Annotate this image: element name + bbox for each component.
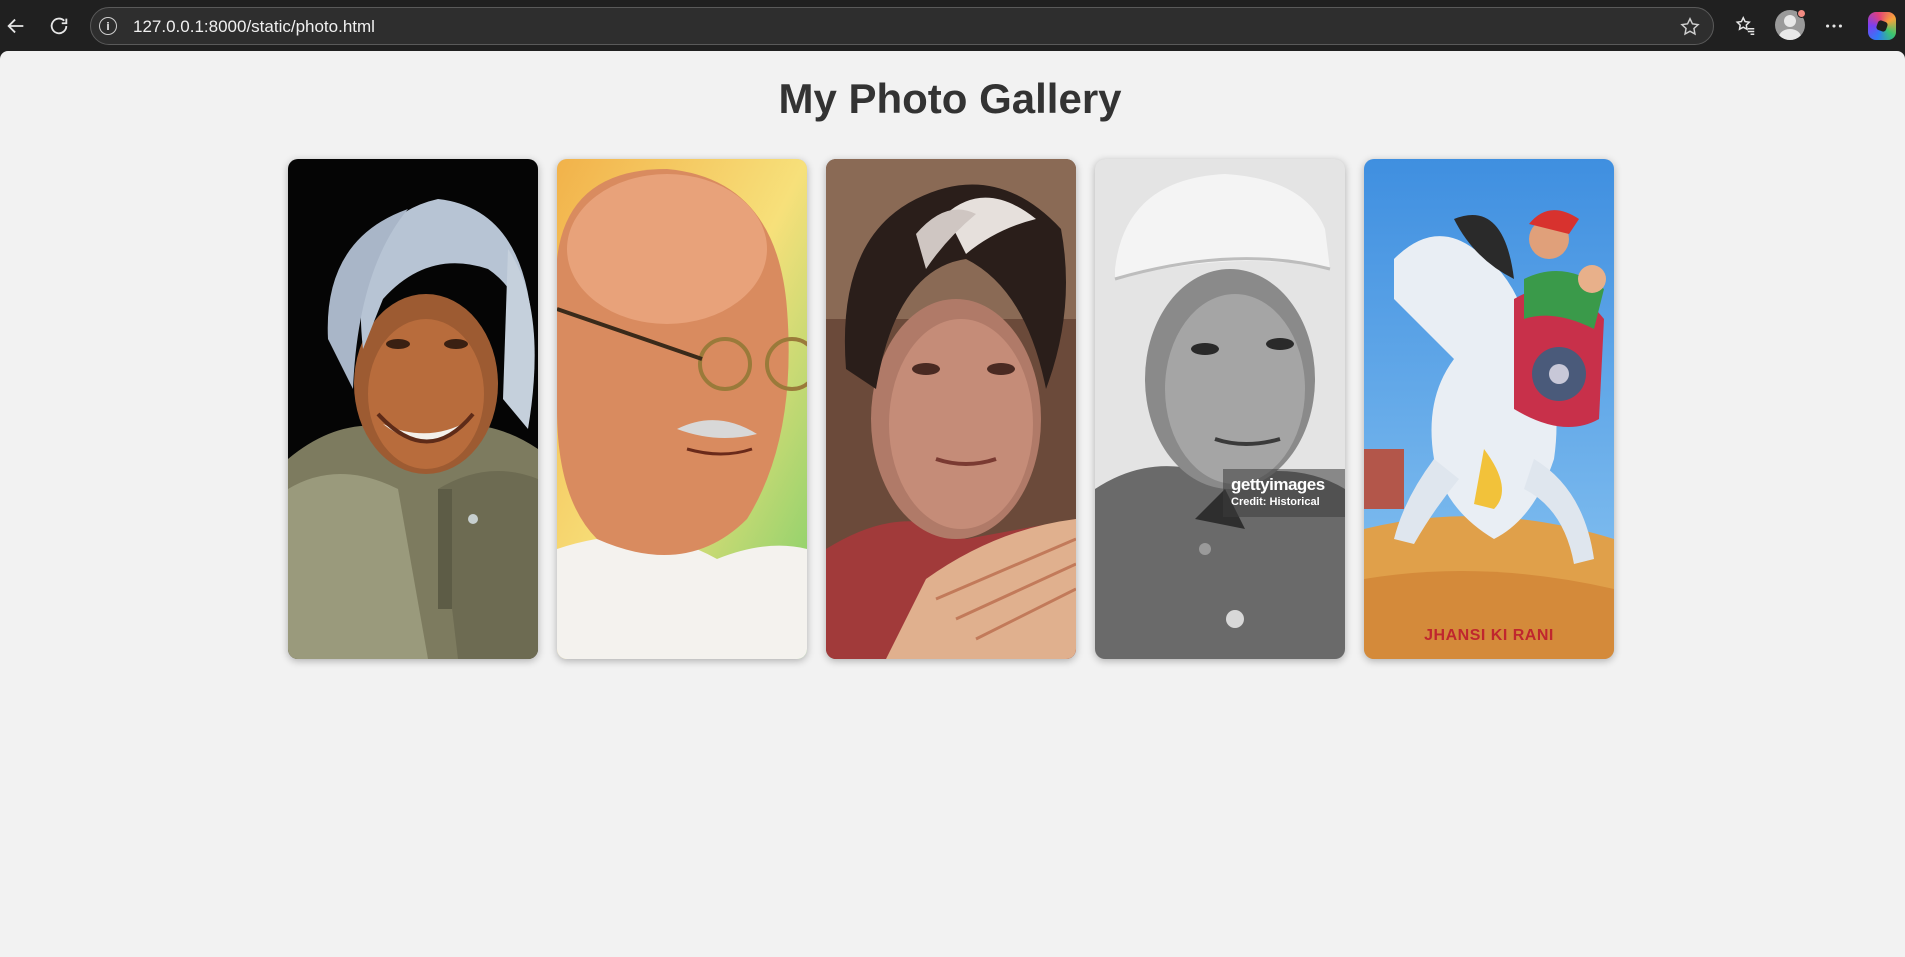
site-info-icon[interactable]: i [99, 17, 117, 35]
photo-gallery: gettyimages Credit: Historical JHANSI KI… [288, 159, 1614, 659]
portrait-silver-hair-image [288, 159, 538, 659]
more-options-icon[interactable] [1818, 10, 1850, 42]
copilot-icon[interactable] [1868, 12, 1896, 40]
notification-dot-icon [1797, 9, 1806, 18]
photo-card-1[interactable] [288, 159, 538, 659]
photo-card-5[interactable]: JHANSI KI RANI [1364, 159, 1614, 659]
favorites-icon[interactable] [1730, 10, 1762, 42]
portrait-woman-saree-image [826, 159, 1076, 659]
painting-rider-horse-image [1364, 159, 1614, 659]
address-bar[interactable]: i 127.0.0.1:8000/static/photo.html [90, 7, 1714, 45]
portrait-round-glasses-image [557, 159, 807, 659]
painting-caption: JHANSI KI RANI [1424, 627, 1554, 644]
profile-avatar[interactable] [1775, 9, 1806, 40]
photo-card-3[interactable] [826, 159, 1076, 659]
page-title: My Photo Gallery [778, 75, 1122, 122]
back-arrow-icon[interactable] [0, 10, 32, 42]
watermark-credit: Credit: Historical [1231, 496, 1320, 508]
browser-toolbar: i 127.0.0.1:8000/static/photo.html [0, 0, 1905, 51]
url-text[interactable]: 127.0.0.1:8000/static/photo.html [133, 17, 375, 37]
getty-watermark: gettyimages Credit: Historical [1223, 469, 1345, 517]
page-viewport: My Photo Gallery gettyimages Credit: His… [0, 51, 1905, 957]
watermark-brand: gettyimages [1231, 475, 1325, 494]
refresh-icon[interactable] [43, 10, 75, 42]
photo-card-4[interactable]: gettyimages Credit: Historical [1095, 159, 1345, 659]
photo-card-2[interactable] [557, 159, 807, 659]
portrait-white-cap-bw-image [1095, 159, 1345, 659]
favorite-star-icon[interactable] [1679, 16, 1701, 38]
